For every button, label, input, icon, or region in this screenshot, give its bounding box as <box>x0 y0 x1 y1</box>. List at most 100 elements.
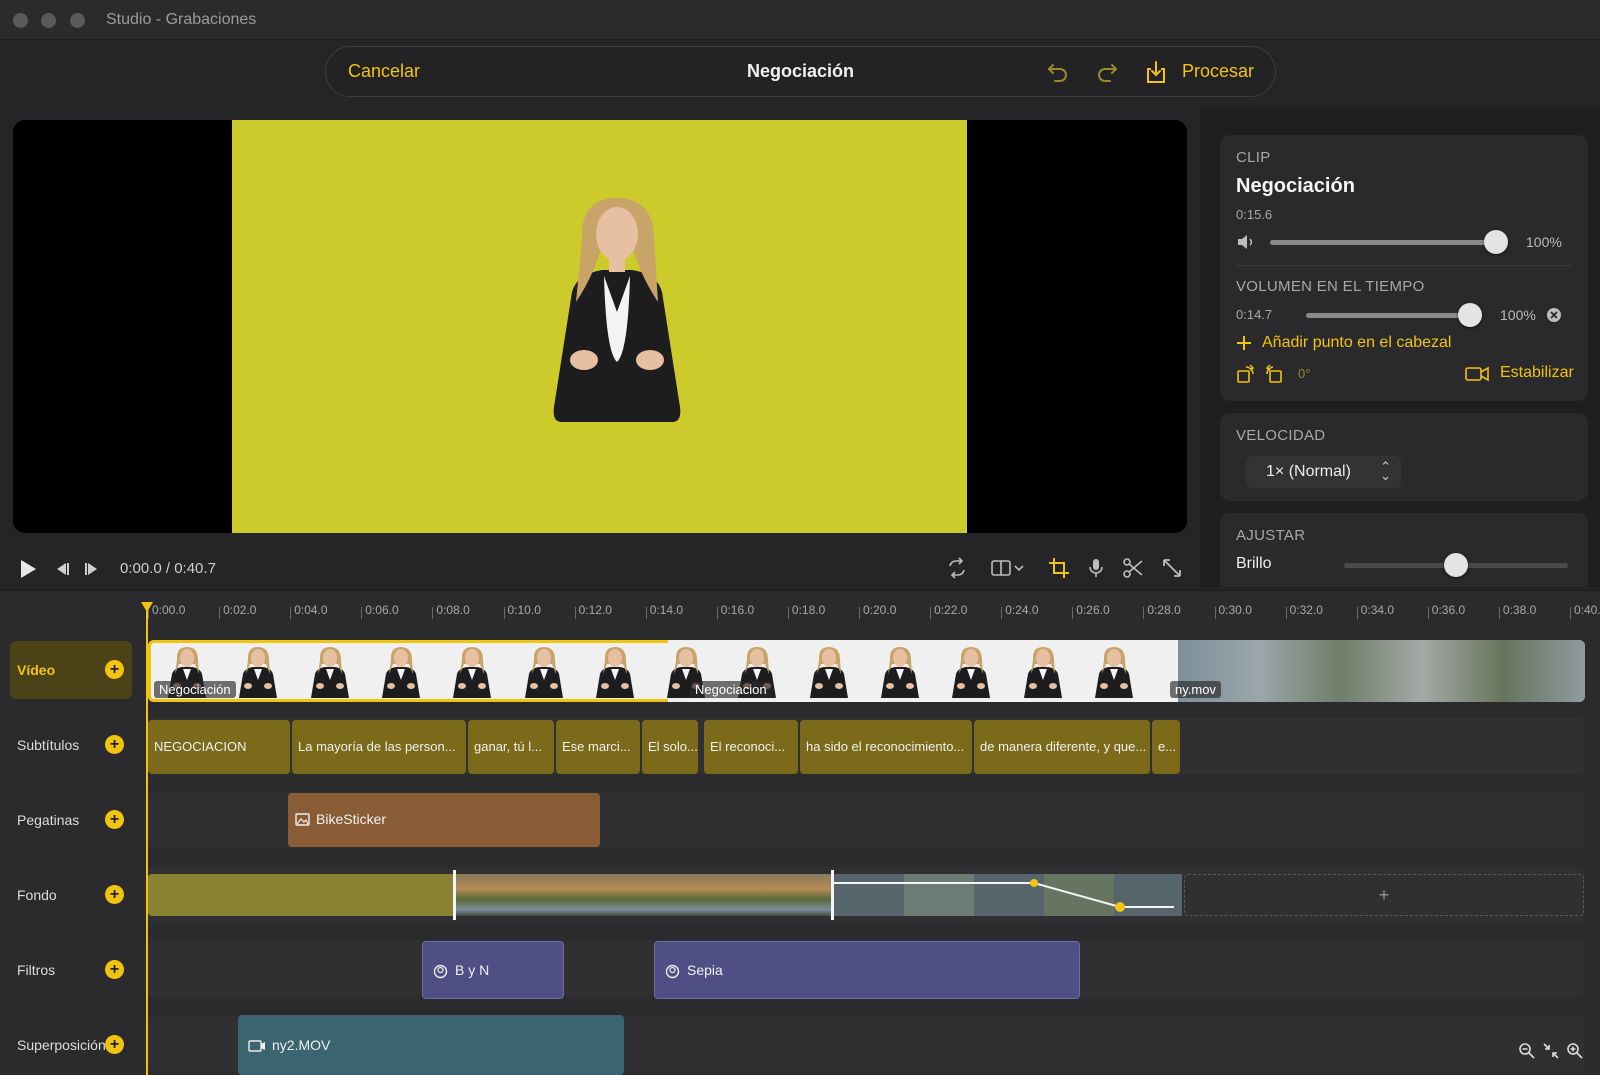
loop-icon[interactable] <box>946 557 968 579</box>
add-overlay-button[interactable]: + <box>105 1035 124 1054</box>
transition-marker[interactable] <box>453 870 456 920</box>
volume-over-time-heading: VOLUMEN EN EL TIEMPO <box>1236 278 1425 295</box>
presenter-image <box>553 198 681 422</box>
background-color-clip[interactable] <box>148 874 454 916</box>
remove-keyframe-icon[interactable] <box>1546 307 1562 323</box>
sticker-clip[interactable]: BikeSticker <box>288 793 600 847</box>
video-track-clips[interactable]: Negociación Negociacion ny.mov <box>148 640 1585 702</box>
ruler-tick <box>1356 607 1358 619</box>
scissors-icon[interactable] <box>1122 557 1144 579</box>
transition-marker[interactable] <box>831 870 834 920</box>
video-thumbnail <box>1023 647 1062 698</box>
clip-volume-slider[interactable] <box>1270 230 1508 254</box>
subtitle-clip[interactable]: ha sido el reconocimiento... <box>800 720 972 774</box>
ruler-tick <box>361 607 363 619</box>
add-subtitle-button[interactable]: + <box>105 735 124 754</box>
track-label-stickers[interactable]: Pegatinas + <box>10 791 132 849</box>
step-forward-icon[interactable] <box>82 561 102 577</box>
microphone-icon[interactable] <box>1085 557 1107 579</box>
video-file-icon <box>248 1040 265 1052</box>
background-landscape-clip[interactable] <box>456 874 832 916</box>
video-thumbnail <box>310 647 349 698</box>
redo-icon[interactable] <box>1094 59 1120 85</box>
track-label-overlay[interactable]: Superposición + <box>10 1016 132 1074</box>
subtitle-clip[interactable]: de manera diferente, y que... <box>974 720 1150 774</box>
subtitle-clip[interactable]: e... <box>1152 720 1180 774</box>
close-window-button[interactable] <box>13 13 28 28</box>
speaker-icon <box>1238 235 1253 249</box>
volume-keyframe-time: 0:14.7 <box>1236 307 1273 322</box>
filter-clip-sepia[interactable]: Sepia <box>654 941 1080 999</box>
ruler-tick <box>645 607 647 619</box>
add-background-button[interactable]: + <box>105 885 124 904</box>
add-sticker-button[interactable]: + <box>105 810 124 829</box>
stabilize-button[interactable]: Estabilizar <box>1500 364 1574 382</box>
ruler-tick <box>1001 607 1003 619</box>
subtitle-clip[interactable]: El reconoci... <box>704 720 798 774</box>
speed-select[interactable]: 1× (Normal) ⌃ ⌄ <box>1246 456 1401 488</box>
filter-clip-bw[interactable]: B y N <box>422 941 564 999</box>
volume-keyframe-knob[interactable] <box>1458 303 1482 327</box>
video-preview[interactable] <box>13 120 1187 533</box>
background-street-clip[interactable] <box>834 874 1182 916</box>
add-video-button[interactable]: + <box>105 660 124 679</box>
ruler-tick <box>1214 607 1216 619</box>
track-name: Fondo <box>17 887 57 903</box>
fullscreen-icon[interactable] <box>1161 557 1183 579</box>
ruler-tick-label: 0:34.0 <box>1360 603 1395 617</box>
add-point-at-playhead-button[interactable]: Añadir punto en el cabezal <box>1262 334 1451 352</box>
overlay-clip[interactable]: ny2.MOV <box>238 1015 624 1075</box>
volume-keyframe-slider[interactable] <box>1306 303 1482 327</box>
subtitle-clip[interactable]: El solo... <box>642 720 698 774</box>
export-icon[interactable] <box>1144 59 1168 85</box>
play-icon[interactable] <box>18 558 38 580</box>
process-button[interactable]: Procesar <box>1182 61 1254 82</box>
zoom-in-icon[interactable] <box>1566 1042 1584 1060</box>
subtitle-clip[interactable]: ganar, tú l... <box>468 720 554 774</box>
project-title: Negociación <box>746 61 855 81</box>
ruler-tick <box>1498 607 1500 619</box>
add-filter-button[interactable]: + <box>105 960 124 979</box>
track-name: Filtros <box>17 962 56 978</box>
track-label-subtitles[interactable]: Subtítulos + <box>10 716 132 774</box>
minimize-window-button[interactable] <box>41 13 56 28</box>
playhead[interactable] <box>146 608 148 1075</box>
subtitle-clip[interactable]: Ese marci... <box>556 720 640 774</box>
track-name: Pegatinas <box>17 812 80 828</box>
background-empty-slot[interactable]: + <box>1184 874 1584 916</box>
rotation-value: 0° <box>1298 366 1311 381</box>
stabilize-icon <box>1465 366 1489 382</box>
fit-timeline-icon[interactable] <box>1542 1042 1560 1060</box>
ruler-tick <box>1427 607 1429 619</box>
crop-icon[interactable] <box>1048 557 1070 579</box>
rotate-left-icon[interactable] <box>1236 364 1256 384</box>
step-back-icon[interactable] <box>52 561 72 577</box>
ruler-tick-label: 0:18.0 <box>791 603 826 617</box>
brightness-knob[interactable] <box>1444 553 1468 577</box>
rotate-right-icon[interactable] <box>1264 364 1284 384</box>
ruler-tick-label: 0:04.0 <box>294 603 328 617</box>
track-label-video[interactable]: Vídeo + <box>10 641 132 699</box>
zoom-window-button[interactable] <box>70 13 85 28</box>
ruler-tick <box>930 607 932 619</box>
track-label-background[interactable]: Fondo + <box>10 866 132 924</box>
subtitle-clip[interactable]: La mayoría de las person... <box>292 720 466 774</box>
editor-toolbar: Cancelar Negociación Procesar <box>325 46 1276 97</box>
filter-name: B y N <box>455 962 490 978</box>
video-thumbnail <box>952 647 991 698</box>
subtitle-clip[interactable]: NEGOCIACION <box>148 720 290 774</box>
ruler-tick-label: 0:22.0 <box>934 603 968 617</box>
ruler-tick-label: 0:30.0 <box>1218 603 1252 617</box>
sticker-name: BikeSticker <box>316 811 387 827</box>
brightness-slider[interactable] <box>1344 553 1568 577</box>
volume-envelope <box>834 874 1182 916</box>
zoom-out-icon[interactable] <box>1518 1042 1536 1060</box>
track-label-filters[interactable]: Filtros + <box>10 941 132 999</box>
undo-icon[interactable] <box>1045 59 1071 85</box>
clip-volume-knob[interactable] <box>1484 230 1508 254</box>
layout-dropdown-icon[interactable] <box>990 557 1026 579</box>
video-clip-label-3: ny.mov <box>1170 681 1221 698</box>
playhead-handle[interactable] <box>141 602 153 612</box>
timeline-ruler[interactable]: 0:00.0 0:02.0 0:04.0 0:06.0 0:08.0 0:10.0 0:12… <box>148 591 1600 625</box>
cancel-button[interactable]: Cancelar <box>348 61 420 82</box>
